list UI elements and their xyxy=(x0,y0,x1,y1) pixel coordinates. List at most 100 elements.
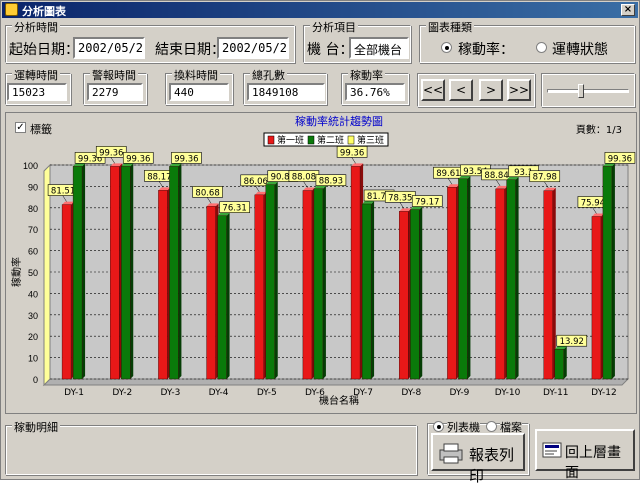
data-label: 88.17 xyxy=(147,172,171,182)
bar-side xyxy=(82,163,86,379)
bar-side xyxy=(322,185,326,379)
start-date-label: 起始日期： xyxy=(9,42,79,58)
bar-side xyxy=(371,200,375,379)
print-report-button[interactable]: 報表列印 xyxy=(431,433,525,485)
legend-label: 第三班 xyxy=(357,134,384,146)
chart-title: 稼動率統計趨勢圖 xyxy=(295,114,383,128)
description-group: 稼動明細 xyxy=(5,419,417,475)
window-title: 分析圖表 xyxy=(22,5,66,18)
stat-label-holes: 總孔數 xyxy=(250,67,287,83)
y-axis-label: 稼動率 xyxy=(10,257,23,287)
data-label: 13.92 xyxy=(560,337,584,347)
slider-thumb[interactable] xyxy=(578,84,585,98)
bar-shift2 xyxy=(72,166,83,380)
printer-icon xyxy=(439,443,463,464)
bar-side xyxy=(467,175,471,379)
bar-side xyxy=(178,163,182,379)
chart-type-utilization-radio[interactable] xyxy=(441,42,452,53)
bar-side xyxy=(226,212,230,379)
data-label: 88.84 xyxy=(484,171,508,181)
data-label: 99.36 xyxy=(126,154,150,164)
bar-side xyxy=(419,206,423,379)
close-button[interactable]: × xyxy=(621,4,635,16)
chart-type-status-radio[interactable] xyxy=(536,42,547,53)
machine-label: 機 台： xyxy=(307,42,354,58)
data-label: 99.36 xyxy=(340,148,364,158)
x-tick-label: DY-5 xyxy=(257,388,277,398)
legend-swatch xyxy=(307,135,315,145)
stat-label-run: 運轉時間 xyxy=(12,67,60,83)
output-file-radio[interactable] xyxy=(486,421,497,432)
data-label: 78.35 xyxy=(388,193,412,203)
bar-shift1 xyxy=(399,211,409,380)
data-label: 88.08 xyxy=(292,173,316,183)
y-tick-label: 100 xyxy=(23,161,38,171)
bar-shift1 xyxy=(158,190,168,380)
x-tick-label: DY-1 xyxy=(64,388,84,398)
legend-swatch xyxy=(347,135,355,145)
bar-side xyxy=(130,163,134,379)
chart-type-group-label: 圖表種類 xyxy=(426,19,474,35)
nav-prev-button[interactable]: < xyxy=(449,79,473,101)
y-tick-label: 90 xyxy=(28,182,38,192)
bar-shift2 xyxy=(554,349,564,380)
end-date-field[interactable]: 2002/05/26 xyxy=(217,37,289,59)
stat-label-rate: 稼動率 xyxy=(348,67,385,83)
chart-type-utilization-label: 稼動率： xyxy=(458,42,514,58)
slider-track[interactable] xyxy=(547,89,629,93)
bar-shift2 xyxy=(217,215,227,380)
data-label: 99.36 xyxy=(174,154,198,164)
bar-shift1 xyxy=(254,194,264,380)
back-button[interactable]: 回上層畫面 xyxy=(535,429,635,481)
end-date-label: 結束日期： xyxy=(155,42,225,58)
bar-shift2 xyxy=(313,188,324,380)
data-label: 87.98 xyxy=(533,173,557,183)
stat-label-change: 換料時間 xyxy=(172,67,220,83)
bar-shift2 xyxy=(265,184,275,380)
bar-shift1 xyxy=(61,204,72,380)
plot-left-wall xyxy=(43,163,51,387)
x-tick-label: DY-2 xyxy=(112,388,132,398)
y-tick-label: 80 xyxy=(28,204,38,214)
start-date-field[interactable]: 2002/05/26 xyxy=(73,37,145,59)
bar-side xyxy=(563,346,567,379)
bar-shift1 xyxy=(350,166,361,380)
x-tick-label: DY-3 xyxy=(160,388,180,398)
stat-value-change: 440 xyxy=(169,83,229,101)
nav-next-button[interactable]: > xyxy=(479,79,503,101)
nav-last-button[interactable]: >> xyxy=(507,79,531,101)
y-tick-label: 20 xyxy=(28,332,38,342)
analysis-chart-window: 分析圖表 × 分析時間 起始日期： 2002/05/26 結束日期： 2002/… xyxy=(0,0,640,485)
data-label: 99.36 xyxy=(608,154,632,164)
x-tick-label: DY-4 xyxy=(209,388,229,398)
bar-shift1 xyxy=(447,187,457,380)
bar-shift1 xyxy=(495,188,505,380)
plot-floor xyxy=(42,378,630,386)
bar-shift2 xyxy=(602,166,613,380)
bar-shift1 xyxy=(591,216,602,380)
y-tick-label: 30 xyxy=(28,311,38,321)
chart-panel: ✓ 標籤 頁數：1/3 0 10 20 30 40 50 60 70 80 90 100 稼動率 機台名… xyxy=(5,112,637,414)
app-icon xyxy=(5,3,18,16)
bar-side xyxy=(515,176,519,379)
back-screen-icon xyxy=(542,442,562,458)
x-tick-label: DY-12 xyxy=(591,388,617,398)
stat-value-alarm: 2279 xyxy=(87,83,143,101)
output-printer-radio[interactable] xyxy=(433,421,444,432)
nav-first-button[interactable]: << xyxy=(421,79,445,101)
bar-shift2 xyxy=(361,203,372,380)
bar-shift1 xyxy=(206,206,216,380)
bar-shift2 xyxy=(506,179,516,380)
stat-value-rate: 36.76% xyxy=(345,83,405,101)
bar-shift1 xyxy=(302,190,313,380)
data-label: 81.51 xyxy=(51,187,75,197)
y-tick-label: 0 xyxy=(33,375,38,385)
chart-type-status-label: 運轉狀態 xyxy=(552,42,608,58)
machine-select[interactable]: 全部機台 xyxy=(349,37,409,59)
y-tick-label: 50 xyxy=(28,268,38,278)
x-tick-label: DY-9 xyxy=(449,388,469,398)
bar-shift1 xyxy=(543,190,553,380)
x-tick-label: DY-8 xyxy=(401,388,421,398)
stat-label-alarm: 警報時間 xyxy=(90,67,138,83)
item-group-label: 分析項目 xyxy=(310,19,358,35)
